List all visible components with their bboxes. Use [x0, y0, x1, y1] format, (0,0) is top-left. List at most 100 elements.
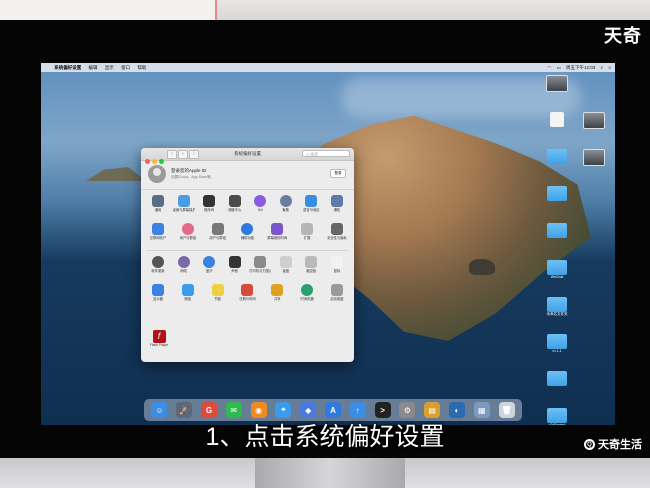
apple-id-title: 登录您的Apple ID — [171, 168, 207, 173]
screen-time-icon — [271, 223, 284, 235]
pref-item[interactable]: 日期与时间 — [236, 283, 258, 309]
finder-icon[interactable]: ☺ — [151, 402, 168, 418]
menu-clock[interactable]: 周五下午12:03 — [566, 63, 595, 72]
control-menu-icon[interactable]: ≡ — [608, 63, 611, 72]
desktop-item[interactable]: 未命名文件夹 — [544, 297, 570, 317]
apple-id-section[interactable]: 登录您的Apple ID 设置iCloud、App Store等。 登录 — [141, 161, 354, 190]
pref-label: 通用 — [154, 208, 162, 212]
pref-label: 扩展 — [303, 236, 311, 240]
desktop-item-label: v1.1.1 — [552, 349, 562, 353]
trash-icon[interactable]: 🗑 — [498, 402, 515, 418]
mouse-icon — [330, 256, 343, 268]
desktop-item[interactable] — [581, 112, 607, 129]
pref-item[interactable]: 调度中心 — [224, 194, 246, 220]
menu-edit[interactable]: 编辑 — [89, 63, 98, 72]
pref-item[interactable]: 随航 — [177, 283, 199, 309]
pref-label: 程序坞 — [204, 208, 215, 212]
pref-item[interactable]: 通用 — [147, 194, 169, 220]
app-globe-icon[interactable]: ◐ — [448, 402, 465, 418]
menu-window[interactable]: 窗口 — [121, 63, 130, 72]
pref-item[interactable]: 聚焦 — [275, 194, 297, 220]
folder-icon — [547, 223, 567, 238]
menu-view[interactable]: 显示 — [105, 63, 114, 72]
app-store-icon[interactable]: A — [324, 402, 341, 418]
pref-label: 节能 — [214, 297, 221, 301]
firefox-icon[interactable]: ◉ — [250, 402, 267, 418]
network-icon — [177, 256, 190, 268]
menu-app-name[interactable]: 系统偏好设置 — [54, 63, 81, 72]
notifications-icon — [330, 195, 343, 207]
spotlight-menu-icon[interactable]: ⌕ — [601, 63, 604, 72]
pref-item[interactable]: 屏幕使用时间 — [266, 222, 288, 248]
system-preferences-icon[interactable]: ⚙ — [399, 402, 416, 418]
pref-item[interactable]: 键盘 — [275, 255, 297, 281]
pref-item[interactable]: 用户与群组 — [207, 222, 229, 248]
pref-item[interactable]: 声音 — [224, 255, 246, 281]
menu-help[interactable]: 帮助 — [137, 63, 146, 72]
pref-item[interactable]: 用户与群组 — [177, 222, 199, 248]
desktop-item[interactable]: WeChat — [544, 260, 570, 280]
pref-label: 时间机器 — [300, 297, 314, 301]
desktop-item-label: 未命名文件夹 — [546, 312, 568, 316]
upload-icon[interactable]: ↑ — [349, 402, 366, 418]
pref-label: Siri — [257, 208, 263, 212]
preview-icon[interactable]: ▦ — [473, 402, 490, 418]
pref-label: 互联网帐户 — [149, 236, 167, 240]
desktop-item[interactable] — [544, 371, 570, 386]
pref-item[interactable]: 安全性与隐私 — [326, 222, 348, 248]
pref-item[interactable]: 启动磁盘 — [326, 283, 348, 309]
date-time-icon — [241, 284, 254, 296]
desktop-item[interactable] — [544, 75, 570, 92]
launchpad-icon[interactable]: 🚀 — [176, 402, 193, 418]
pref-item[interactable]: 软件更新 — [147, 255, 169, 281]
wifi-icon[interactable]: ◠ — [547, 63, 551, 72]
pref-item[interactable]: 打印机与扫描仪 — [249, 255, 271, 281]
sidecar-icon — [181, 284, 194, 296]
pref-item[interactable]: 扩展 — [296, 222, 318, 248]
pref-item[interactable]: Siri — [249, 194, 271, 220]
pref-row: 通用 桌面与屏幕保护程序 程序坞 调度中心 Siri 聚焦 语言与地区 通知 — [147, 194, 348, 220]
pref-item[interactable]: 鼠标 — [326, 255, 348, 281]
pref-item[interactable]: 辅助功能 — [236, 222, 258, 248]
time-machine-icon — [301, 284, 314, 296]
app-blue-icon[interactable]: ◆ — [300, 402, 317, 418]
wechat-icon[interactable]: ✉ — [225, 402, 242, 418]
desktop-item[interactable] — [581, 149, 607, 166]
desktop-item[interactable] — [544, 149, 570, 164]
desktop-item[interactable]: v1.1.1 — [544, 334, 570, 354]
pref-item[interactable]: 语言与地区 — [300, 194, 322, 220]
safari-icon[interactable]: ⌖ — [275, 402, 292, 418]
terminal-icon[interactable]: > — [374, 402, 391, 418]
search-field[interactable]: Q 搜索 — [302, 150, 350, 157]
bluetooth-icon — [203, 256, 216, 268]
pref-item[interactable]: 节能 — [207, 283, 229, 309]
desktop-item[interactable] — [544, 112, 570, 127]
pref-item[interactable]: 网络 — [173, 255, 195, 281]
sign-in-button[interactable]: 登录 — [330, 169, 346, 178]
desktop-item[interactable] — [544, 223, 570, 238]
pref-row: 显示器 随航 节能 日期与时间 共享 时间机器 启动磁盘 — [147, 283, 348, 309]
pref-item[interactable]: 桌面与屏幕保护程序 — [173, 194, 195, 220]
users-groups-icon — [211, 223, 224, 235]
pref-item[interactable]: 蓝牙 — [198, 255, 220, 281]
window-titlebar: ‹ › ⁞ 系统偏好设置 Q 搜索 — [141, 148, 354, 164]
pref-flash-player[interactable]: Flash Player — [147, 330, 171, 347]
notes-icon[interactable]: ▤ — [424, 402, 441, 418]
software-update-icon — [152, 256, 164, 268]
app-g-icon[interactable]: G — [200, 402, 217, 418]
pref-item[interactable]: 互联网帐户 — [147, 222, 169, 248]
trackpad-icon — [305, 256, 318, 268]
pref-item[interactable]: 共享 — [266, 283, 288, 309]
pref-label: 通知 — [333, 208, 341, 212]
users-icon — [181, 223, 194, 235]
pref-label: 辅助功能 — [240, 236, 255, 240]
pref-item[interactable]: 通知 — [326, 194, 348, 220]
pref-label: 随航 — [184, 297, 192, 301]
screenshot-icon — [583, 112, 605, 129]
pref-item[interactable]: 时间机器 — [296, 283, 318, 309]
battery-icon[interactable]: ▭ — [557, 63, 561, 72]
pref-item[interactable]: 触控板 — [300, 255, 322, 281]
desktop-item[interactable] — [544, 186, 570, 201]
pref-item[interactable]: 程序坞 — [198, 194, 220, 220]
pref-item[interactable]: 显示器 — [147, 283, 169, 309]
